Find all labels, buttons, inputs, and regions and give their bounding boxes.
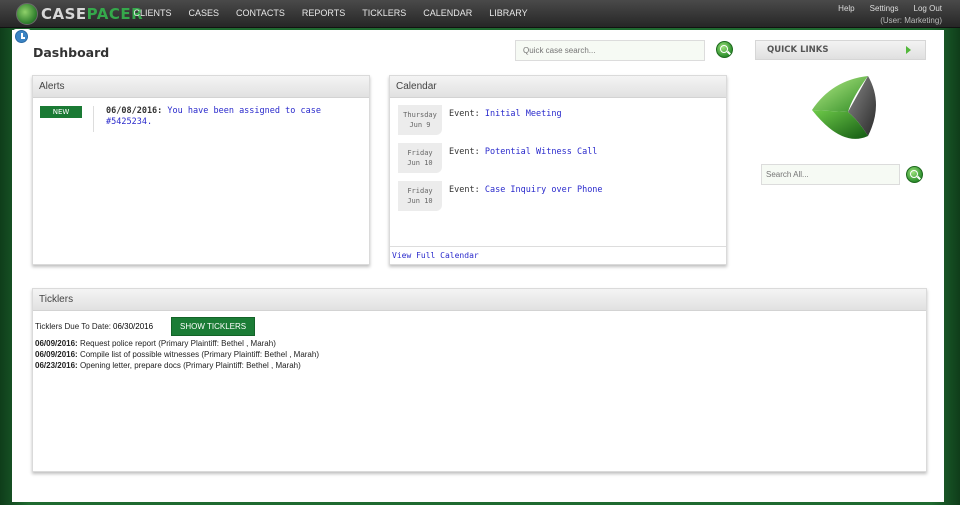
event-link[interactable]: Initial Meeting [485, 109, 562, 119]
quick-links-dropdown[interactable]: QUICK LINKS [755, 40, 926, 60]
alerts-title: Alerts [33, 76, 369, 98]
view-full-calendar-link[interactable]: View Full Calendar [390, 246, 726, 264]
new-badge: NEW [40, 106, 82, 118]
tickler-text: Compile list of possible witnesses (Prim… [79, 350, 319, 359]
clock-icon [15, 30, 28, 43]
ticklers-list: 06/09/2016: Request police report (Prima… [35, 338, 924, 371]
current-user-label: (User: Marketing) [880, 16, 942, 25]
tickler-date: 06/09/2016: [35, 339, 78, 348]
event-date-badge: Friday Jun 10 [398, 143, 442, 173]
nav-cases[interactable]: CASES [180, 0, 228, 28]
casepacer-3d-logo-icon [812, 76, 876, 139]
show-ticklers-button[interactable]: SHOW TICKLERS [171, 317, 256, 336]
nav-ticklers[interactable]: TICKLERS [354, 0, 415, 28]
event-date-badge: Thursday Jun 9 [398, 105, 442, 135]
logout-link[interactable]: Log Out [914, 4, 942, 13]
nav-contacts[interactable]: CONTACTS [228, 0, 294, 28]
ticklers-due-date-input[interactable] [113, 322, 166, 331]
alerts-card: Alerts NEW 06/08/2016: You have been ass… [32, 75, 370, 265]
event-date-badge: Friday Jun 10 [398, 181, 442, 211]
main-nav: CLIENTS CASES CONTACTS REPORTS TICKLERS … [125, 0, 536, 28]
search-all-button-icon[interactable] [906, 166, 923, 183]
calendar-event-item: Friday Jun 10 Event: Potential Witness C… [398, 143, 597, 173]
nav-clients[interactable]: CLIENTS [125, 0, 180, 28]
logo-emblem-icon [16, 3, 38, 25]
ticklers-filter: Ticklers Due To Date: SHOW TICKLERS [35, 317, 924, 336]
tickler-date: 06/23/2016: [35, 361, 78, 370]
top-nav-bar: CASEPACER CLIENTS CASES CONTACTS REPORTS… [0, 0, 960, 28]
nav-calendar[interactable]: CALENDAR [415, 0, 481, 28]
ticklers-title: Ticklers [33, 289, 926, 311]
settings-link[interactable]: Settings [870, 4, 899, 13]
tickler-row: 06/09/2016: Compile list of possible wit… [35, 349, 924, 360]
tickler-date: 06/09/2016: [35, 350, 78, 359]
search-all-input[interactable] [761, 164, 900, 185]
calendar-event-item: Thursday Jun 9 Event: Initial Meeting [398, 105, 562, 135]
calendar-event-item: Friday Jun 10 Event: Case Inquiry over P… [398, 181, 603, 211]
nav-library[interactable]: LIBRARY [481, 0, 536, 28]
alert-item: NEW 06/08/2016: You have been assigned t… [40, 106, 326, 132]
tickler-text: Request police report (Primary Plaintiff… [79, 339, 276, 348]
logo-text-case: CASE [41, 5, 87, 23]
ticklers-due-label: Ticklers Due To Date: [35, 322, 112, 331]
event-link[interactable]: Potential Witness Call [485, 147, 598, 157]
recent-activity-tab[interactable] [13, 29, 31, 45]
tickler-text: Opening letter, prepare docs (Primary Pl… [79, 361, 301, 370]
quick-case-search-input[interactable] [515, 40, 705, 61]
calendar-card: Calendar Thursday Jun 9 Event: Initial M… [389, 75, 727, 265]
tickler-row: 06/09/2016: Request police report (Prima… [35, 338, 924, 349]
alert-date: 06/08/2016: [106, 106, 163, 116]
page-title: Dashboard [33, 45, 110, 60]
play-arrow-icon [906, 46, 911, 54]
help-link[interactable]: Help [838, 4, 854, 13]
event-link[interactable]: Case Inquiry over Phone [485, 185, 603, 195]
tickler-row: 06/23/2016: Opening letter, prepare docs… [35, 360, 924, 371]
top-right-links: Help Settings Log Out (User: Marketing) [838, 4, 942, 25]
nav-reports[interactable]: REPORTS [293, 0, 353, 28]
ticklers-card: Ticklers Ticklers Due To Date: SHOW TICK… [32, 288, 927, 472]
quick-links-label: QUICK LINKS [767, 45, 829, 55]
calendar-title: Calendar [390, 76, 726, 98]
quick-search-button-icon[interactable] [716, 41, 733, 58]
